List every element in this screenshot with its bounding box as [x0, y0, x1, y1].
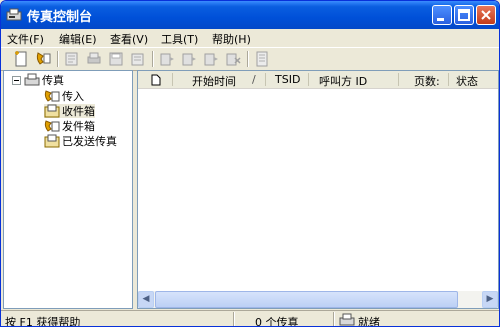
incoming-icon	[44, 90, 60, 102]
tree-node-outbox[interactable]: 发件箱	[44, 119, 95, 133]
resume-icon[interactable]	[181, 51, 197, 67]
mail-icon[interactable]	[130, 51, 146, 67]
sort-indicator: /	[252, 73, 256, 86]
menu-file[interactable]: 文件(F)	[7, 31, 44, 47]
menu-help[interactable]: 帮助(H)	[212, 31, 251, 47]
scroll-thumb[interactable]	[155, 291, 458, 308]
toolbar-separator	[247, 51, 249, 67]
column-status[interactable]: 状态	[456, 73, 478, 89]
close-button[interactable]	[476, 5, 496, 25]
tree-node-label: 传入	[62, 90, 84, 103]
delete-icon[interactable]	[225, 51, 241, 67]
fax-list-view[interactable]: 开始时间 / TSID 呼叫方 ID 页数: 状态 ◀ ▶	[137, 70, 499, 309]
column-divider[interactable]	[172, 73, 173, 86]
outbox-icon	[44, 120, 60, 132]
tree-node-label: 传真	[42, 74, 64, 87]
status-bar: 按 F1 获得帮助 0 个传真 就绪	[1, 310, 499, 327]
tree-node-label: 已发送传真	[62, 135, 117, 148]
toolbar	[1, 47, 499, 71]
tree-node-label: 发件箱	[62, 120, 95, 133]
print-icon[interactable]	[86, 51, 102, 67]
new-fax-icon[interactable]	[13, 51, 29, 67]
menu-bar: 文件(F) 编辑(E) 查看(V) 工具(T) 帮助(H)	[1, 29, 499, 47]
fax-console-window: 传真控制台 文件(F) 编辑(E) 查看(V) 工具(T) 帮助(H) 传真 传…	[0, 0, 500, 327]
list-header: 开始时间 / TSID 呼叫方 ID 页数: 状态	[138, 71, 498, 89]
status-separator	[333, 312, 335, 326]
toolbar-separator	[57, 51, 59, 67]
menu-tools[interactable]: 工具(T)	[161, 31, 198, 47]
tree-node-inbox[interactable]: 收件箱	[44, 104, 95, 118]
tree-node-sent-items[interactable]: 已发送传真	[44, 134, 117, 148]
status-state: 就绪	[358, 316, 380, 327]
title-bar[interactable]: 传真控制台	[1, 1, 499, 29]
document-icon[interactable]	[151, 74, 161, 86]
column-divider[interactable]	[308, 73, 309, 86]
view-icon[interactable]	[64, 51, 80, 67]
column-divider[interactable]	[448, 73, 449, 86]
status-separator	[233, 312, 235, 326]
folder-tree[interactable]: 传真 传入 收件箱 发件箱 已发送传真	[3, 70, 133, 309]
column-pages[interactable]: 页数:	[414, 73, 440, 89]
collapse-icon[interactable]	[12, 76, 21, 85]
sent-items-icon	[44, 134, 60, 148]
properties-icon[interactable]	[254, 51, 270, 67]
horizontal-scrollbar[interactable]: ◀ ▶	[138, 291, 498, 308]
inbox-icon	[44, 104, 60, 118]
maximize-button[interactable]	[454, 5, 474, 25]
column-divider[interactable]	[265, 73, 266, 86]
fax-machine-icon	[24, 73, 40, 86]
pause-icon[interactable]	[159, 51, 175, 67]
status-help-text: 按 F1 获得帮助	[5, 316, 81, 327]
column-caller-id[interactable]: 呼叫方 ID	[319, 73, 367, 89]
close-icon	[481, 10, 491, 20]
scroll-right-button[interactable]: ▶	[482, 291, 498, 308]
menu-view[interactable]: 查看(V)	[110, 31, 148, 47]
tree-node-fax-root[interactable]: 传真	[24, 73, 64, 87]
minimize-button[interactable]	[432, 5, 452, 25]
status-fax-count: 0 个传真	[255, 316, 299, 327]
toolbar-separator	[152, 51, 154, 67]
column-start-time[interactable]: 开始时间	[192, 73, 236, 89]
minimize-icon	[437, 18, 444, 21]
column-tsid[interactable]: TSID	[275, 73, 300, 86]
column-divider[interactable]	[398, 73, 399, 86]
maximize-icon	[458, 9, 470, 21]
scroll-left-button[interactable]: ◀	[138, 291, 154, 308]
tree-node-label: 收件箱	[62, 105, 95, 118]
tree-node-incoming[interactable]: 传入	[44, 89, 84, 103]
receive-now-icon[interactable]	[35, 51, 51, 67]
window-title: 传真控制台	[27, 10, 93, 25]
fax-status-icon	[339, 313, 355, 326]
fax-app-icon	[6, 8, 22, 21]
restart-icon[interactable]	[203, 51, 219, 67]
save-as-icon[interactable]	[108, 51, 124, 67]
menu-edit[interactable]: 编辑(E)	[59, 31, 97, 47]
